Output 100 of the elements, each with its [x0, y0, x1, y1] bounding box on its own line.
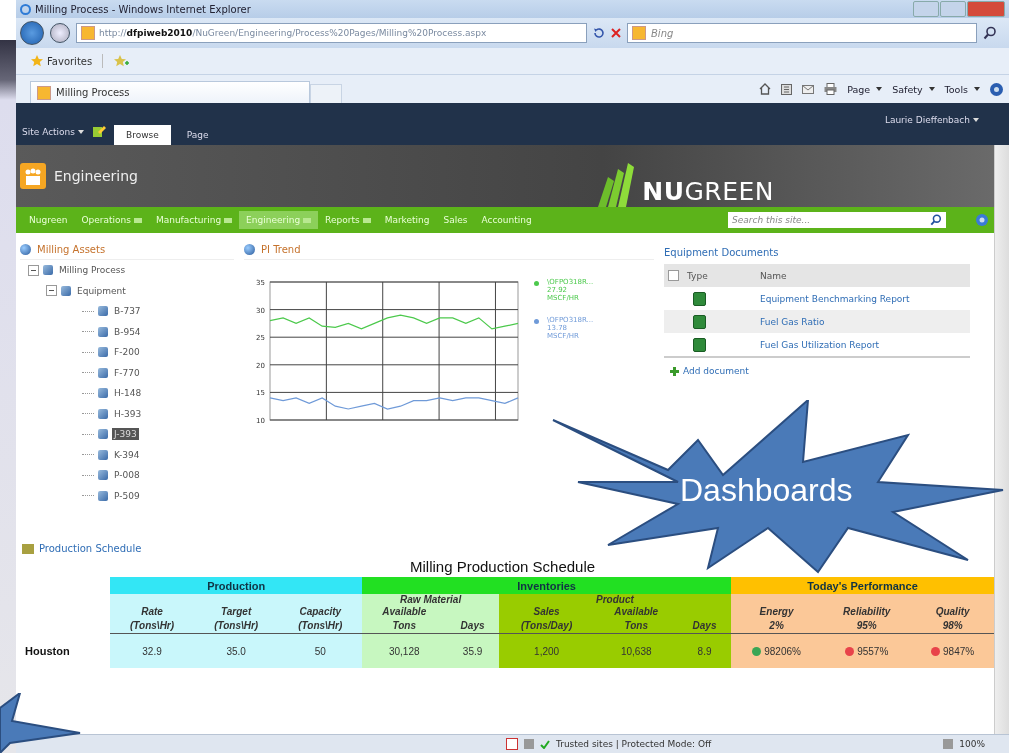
column-header: Reliability — [842, 605, 892, 619]
column-header: Available — [613, 605, 660, 619]
favorites-button[interactable]: Favorites — [30, 54, 104, 68]
cube-icon — [98, 429, 108, 440]
table-cell: 9557% — [857, 645, 889, 657]
cube-icon — [98, 470, 108, 481]
popup-blocked-icon — [506, 738, 518, 750]
ribbon-tab[interactable]: Page — [174, 125, 221, 145]
table-cell: 35.0 — [194, 633, 279, 668]
group-header: Inventories — [362, 577, 731, 594]
add-favorite-icon[interactable] — [113, 54, 130, 68]
expand-toggle[interactable] — [28, 264, 39, 276]
plus-icon — [670, 366, 679, 376]
table-cell: 35.9 — [446, 633, 499, 668]
tree-item[interactable]: B-737 — [112, 305, 143, 318]
help-icon[interactable] — [990, 82, 1003, 96]
home-icon[interactable] — [759, 83, 772, 95]
ribbon-tab[interactable]: Browse — [114, 125, 171, 145]
chart-icon — [22, 543, 34, 554]
star-icon — [30, 54, 44, 68]
column-header: Sales — [532, 605, 561, 619]
cube-icon — [98, 367, 108, 378]
window-title: Milling Process - Windows Internet Explorer — [35, 3, 252, 15]
tree-item[interactable]: H-148 — [112, 387, 144, 400]
back-button[interactable] — [20, 21, 44, 45]
toolbar-menu[interactable]: Safety — [892, 83, 935, 95]
cube-icon — [98, 326, 108, 337]
zone-settings-icon[interactable] — [943, 739, 954, 749]
address-field[interactable]: http://dfpiweb2010/NuGreen/Engineering/Process%20Pages/Milling%20Process.aspx — [76, 23, 587, 43]
column-header: (Tons\Hr) — [129, 619, 176, 633]
schedule-title: Milling Production Schedule — [410, 557, 596, 577]
legend-dot — [534, 319, 539, 325]
search-icon[interactable] — [983, 26, 997, 40]
addons-icon — [524, 739, 534, 749]
site-search-field[interactable]: Search this site... — [728, 212, 946, 228]
column-header[interactable]: Type — [687, 270, 708, 281]
table-cell: 32.9 — [110, 633, 195, 668]
table-cell: 9847% — [943, 645, 975, 657]
cube-icon — [43, 265, 53, 276]
user-menu[interactable]: Laurie Dieffenbach — [884, 115, 979, 125]
search-field[interactable]: Bing — [627, 23, 977, 43]
forward-button[interactable] — [50, 23, 70, 43]
expand-toggle[interactable] — [46, 285, 57, 297]
group-subheader: Product — [596, 594, 634, 605]
security-zone: Trusted sites | Protected Mode: Off — [556, 739, 712, 749]
cube-icon — [98, 306, 108, 317]
row-header: Houston — [20, 633, 110, 668]
printer-icon[interactable] — [824, 83, 838, 95]
column-header: Capacity — [298, 605, 343, 619]
group-subheader: Raw Material — [400, 594, 462, 605]
select-all-checkbox[interactable] — [668, 270, 679, 281]
spreadsheet-icon — [692, 337, 706, 352]
globe-icon — [244, 243, 255, 255]
cube-icon — [98, 388, 108, 399]
tree-item[interactable]: Milling Process — [57, 264, 128, 277]
scrollbar[interactable] — [994, 145, 1009, 734]
document-link[interactable]: Equipment Benchmarking Report — [760, 293, 910, 304]
column-header: 98% — [941, 619, 964, 633]
close-icon[interactable] — [611, 28, 621, 38]
browser-icon — [20, 3, 31, 15]
group-header: Today's Performance — [730, 577, 994, 594]
search-icon[interactable] — [930, 214, 942, 226]
tree-item[interactable]: F-200 — [112, 346, 142, 359]
tree-item[interactable]: B-954 — [112, 325, 143, 338]
site-actions-menu[interactable]: Site Actions — [22, 127, 84, 137]
column-header: Energy — [758, 605, 795, 619]
tree-item[interactable]: K-394 — [112, 448, 142, 461]
column-header: Target — [220, 605, 253, 619]
column-header: (Tons\Hr) — [213, 619, 260, 633]
edit-page-icon[interactable] — [92, 124, 106, 138]
tree-item[interactable]: P-509 — [112, 489, 142, 502]
zoom-level[interactable]: 100% — [959, 739, 985, 749]
tree-item[interactable]: J-393 — [112, 428, 139, 441]
column-header: Days — [691, 619, 718, 633]
toolbar-menu[interactable]: Page — [847, 83, 883, 95]
column-header[interactable]: Name — [760, 270, 787, 281]
document-link[interactable]: Fuel Gas Ratio — [760, 316, 825, 327]
mail-icon[interactable] — [802, 84, 815, 94]
help-icon[interactable] — [976, 214, 988, 226]
tree-item[interactable]: Equipment — [75, 284, 128, 297]
column-header: Available — [381, 605, 428, 619]
tree-item[interactable]: H-393 — [112, 407, 144, 420]
document-link[interactable]: Fuel Gas Utilization Report — [760, 339, 880, 350]
spreadsheet-icon — [692, 314, 706, 329]
production-schedule-link[interactable]: Production Schedule — [39, 543, 142, 554]
table-cell: 8.9 — [678, 633, 731, 668]
browser-tab[interactable]: Milling Process — [30, 81, 310, 103]
column-header: Tons — [391, 619, 417, 633]
tree-item[interactable]: F-770 — [112, 366, 142, 379]
table-cell: 30,128 — [362, 633, 447, 668]
globe-icon — [20, 243, 31, 255]
site-title[interactable]: Engineering — [54, 168, 138, 184]
feeds-icon[interactable] — [781, 83, 793, 95]
web-part-title: Equipment Documents — [664, 247, 780, 260]
refresh-icon[interactable] — [593, 27, 605, 39]
column-header: (Tons\Hr) — [297, 619, 344, 633]
add-document-link[interactable]: Add document — [664, 358, 749, 376]
tree-item[interactable]: P-008 — [112, 469, 142, 482]
cube-icon — [98, 408, 108, 419]
toolbar-menu[interactable]: Tools — [944, 83, 980, 95]
